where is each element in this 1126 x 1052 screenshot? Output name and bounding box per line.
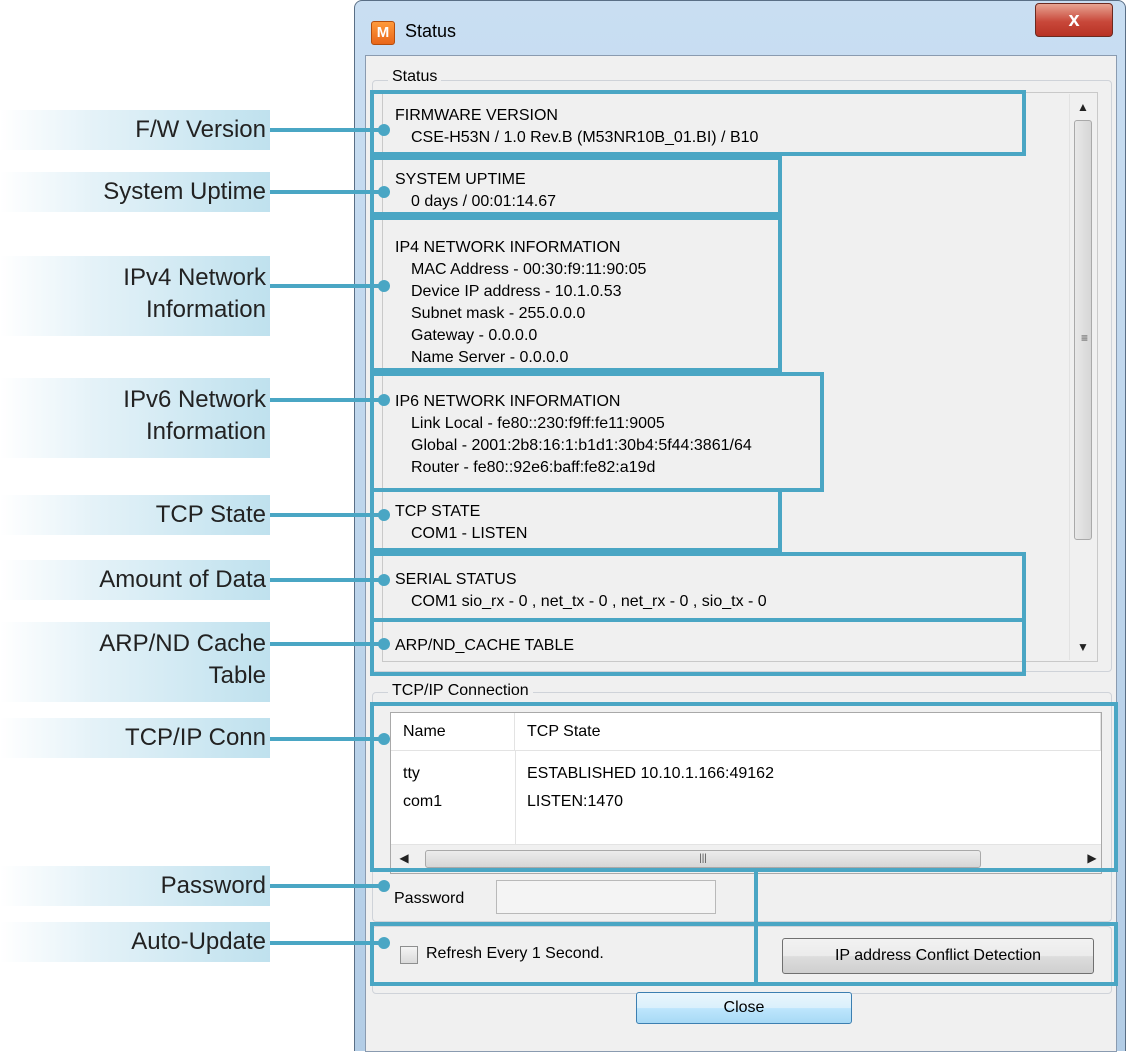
app-icon: M: [371, 21, 395, 45]
password-field[interactable]: [496, 880, 716, 914]
window-title: Status: [405, 21, 457, 41]
connector-dot-auto-update: [378, 937, 390, 949]
scroll-down-arrow-icon[interactable]: ▼: [1070, 640, 1096, 654]
connector-password: [270, 884, 380, 888]
callout-password: Password: [0, 866, 270, 906]
callout-arp-nd-cache: ARP/ND Cache Table: [0, 622, 270, 702]
highlight-tcp-state: [370, 488, 782, 552]
title-bar[interactable]: M Status x: [355, 1, 1125, 63]
connector-fw-version: [270, 128, 380, 132]
status-scroll-thumb[interactable]: ≡: [1074, 120, 1092, 540]
highlight-tcpip: [370, 702, 1118, 872]
scroll-up-arrow-icon[interactable]: ▲: [1070, 100, 1096, 114]
callout-tcpip-conn: TCP/IP Conn: [0, 718, 270, 758]
tcpip-group-label: TCP/IP Connection: [388, 682, 533, 700]
connector-arp: [270, 642, 380, 646]
window-close-button[interactable]: x: [1035, 3, 1113, 37]
callout-fw-version: F/W Version: [0, 110, 270, 150]
callout-password-label: Password: [160, 872, 266, 899]
highlight-ipv4: [370, 216, 782, 372]
connector-auto-update: [270, 941, 380, 945]
connector-ipv4: [270, 284, 380, 288]
connector-tcpip: [270, 737, 380, 741]
highlight-arp: [370, 618, 1026, 676]
connector-tcp-state: [270, 513, 380, 517]
callout-ipv6-info-label: IPv6 Network Information: [123, 386, 266, 445]
callout-amount-of-data-label: Amount of Data: [99, 566, 266, 593]
connector-amount-of-data: [270, 578, 380, 582]
connector-dot-system-uptime: [378, 186, 390, 198]
highlight-options: [370, 922, 1118, 986]
grip-icon: ≡: [1081, 331, 1089, 345]
status-vertical-scrollbar[interactable]: ▲ ≡ ▼: [1069, 94, 1096, 660]
callout-tcp-state-label: TCP State: [155, 501, 266, 528]
connector-system-uptime: [270, 190, 380, 194]
callout-ipv6-info: IPv6 Network Information: [0, 378, 270, 458]
callout-fw-version-label: F/W Version: [135, 116, 266, 143]
highlight-uptime: [370, 156, 782, 216]
close-button[interactable]: Close: [636, 992, 852, 1024]
callout-auto-update-label: Auto-Update: [131, 928, 266, 955]
connector-dot-amount-of-data: [378, 574, 390, 586]
callout-tcp-state: TCP State: [0, 495, 270, 535]
connector-dot-ipv4: [378, 280, 390, 292]
callout-system-uptime-label: System Uptime: [103, 178, 266, 205]
highlight-serial: [370, 552, 1026, 622]
callout-ipv4-info: IPv4 Network Information: [0, 256, 270, 336]
highlight-ipv6: [370, 372, 824, 492]
callout-auto-update: Auto-Update: [0, 922, 270, 962]
password-label: Password: [394, 890, 465, 907]
highlight-firmware: [370, 90, 1026, 156]
connector-dot-arp: [378, 638, 390, 650]
callout-amount-of-data: Amount of Data: [0, 560, 270, 600]
callout-arp-nd-cache-label: ARP/ND Cache Table: [99, 630, 266, 689]
connector-dot-tcp-state: [378, 509, 390, 521]
callout-system-uptime: System Uptime: [0, 172, 270, 212]
callout-tcpip-conn-label: TCP/IP Conn: [125, 724, 266, 751]
connector-dot-fw-version: [378, 124, 390, 136]
callout-ipv4-info-label: IPv4 Network Information: [123, 264, 266, 323]
connector-dot-ipv6: [378, 394, 390, 406]
connector-dot-tcpip: [378, 733, 390, 745]
connector-ipv6: [270, 398, 380, 402]
connector-dot-password: [378, 880, 390, 892]
status-group-label: Status: [388, 68, 442, 86]
